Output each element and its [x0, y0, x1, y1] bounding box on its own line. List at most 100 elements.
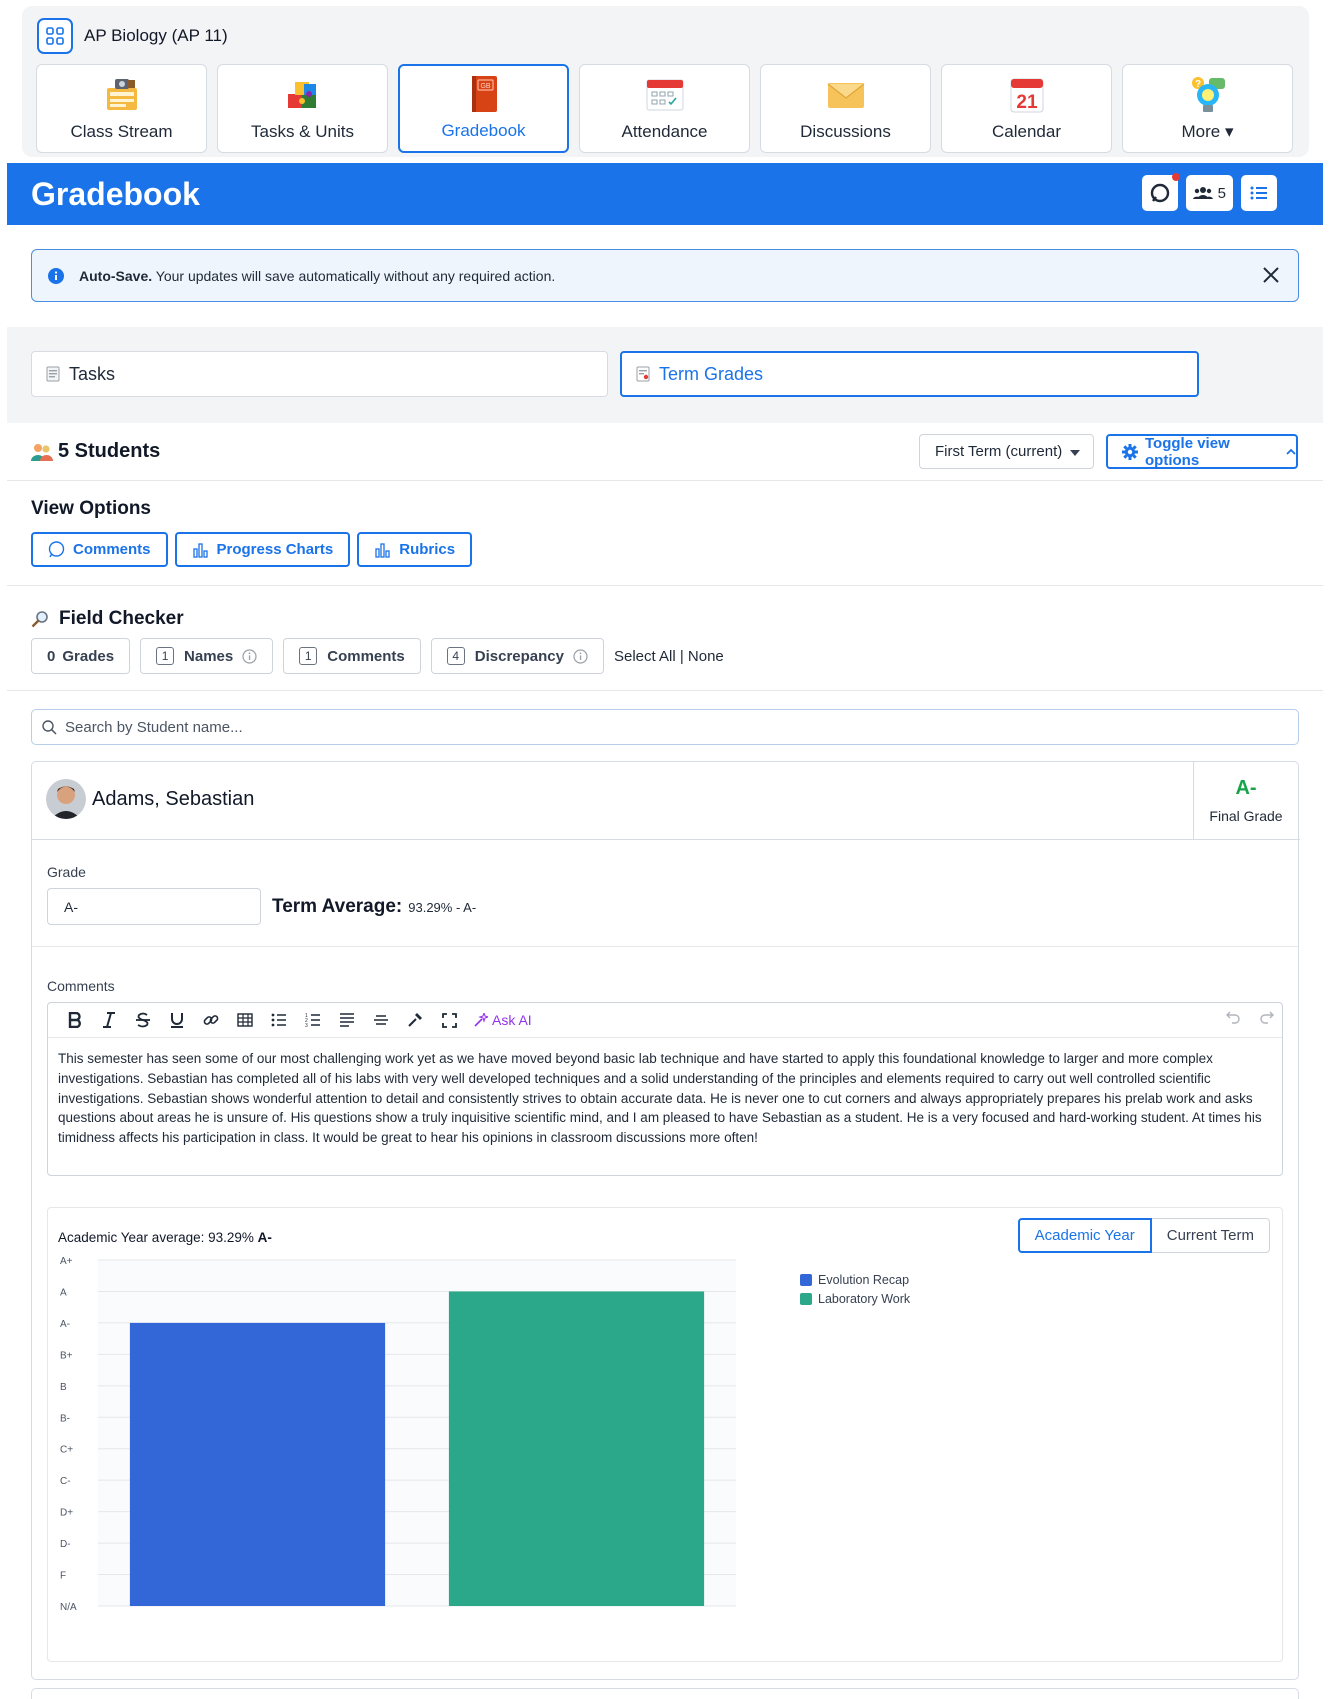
- svg-text:3: 3: [305, 1023, 308, 1027]
- students-count-title: 5 Students: [58, 440, 161, 462]
- editor-toolbar: 123 Ask AI: [48, 1003, 1282, 1038]
- tab-attendance[interactable]: Attendance: [579, 64, 750, 153]
- gradebook-icon: GB: [463, 73, 505, 115]
- format-brush-icon[interactable]: [398, 1006, 432, 1034]
- chat-button[interactable]: [1141, 173, 1180, 211]
- lightbulb-icon: ?: [1187, 74, 1229, 116]
- legend-item[interactable]: Laboratory Work: [800, 1289, 910, 1308]
- search-icon: [42, 719, 57, 735]
- gradebook-header: Gradebook 5: [7, 163, 1323, 225]
- table-icon[interactable]: [228, 1006, 262, 1034]
- term-select[interactable]: First Term (current): [919, 434, 1094, 469]
- tasks-segment[interactable]: Tasks: [31, 351, 608, 397]
- select-all-none-link[interactable]: Select All | None: [614, 648, 724, 665]
- underline-icon[interactable]: [160, 1006, 194, 1034]
- list-view-button[interactable]: [1241, 175, 1277, 211]
- calendar-icon: 21: [1006, 74, 1048, 116]
- y-tick-label: C-: [60, 1476, 71, 1487]
- field-checker-section: Field Checker 0 Grades 1 Names 1 Comment…: [7, 586, 1323, 691]
- info-circle-icon[interactable]: [573, 648, 588, 664]
- next-student-card: [31, 1688, 1299, 1699]
- document-icon: [46, 366, 60, 382]
- comments-label: Comments: [47, 978, 115, 994]
- tab-more[interactable]: ? More ▾: [1122, 64, 1293, 153]
- report-card-icon: [636, 366, 650, 382]
- tab-class-stream[interactable]: Class Stream: [36, 64, 207, 153]
- bar-chart-icon: [192, 542, 217, 558]
- grade-input[interactable]: [47, 888, 261, 925]
- student-search: [31, 709, 1299, 745]
- align-icon[interactable]: [330, 1006, 364, 1034]
- bold-icon[interactable]: [58, 1006, 92, 1034]
- legend-item[interactable]: Evolution Recap: [800, 1270, 910, 1289]
- grid-icon[interactable]: [37, 18, 73, 54]
- comment-editor: 123 Ask AI This semester has seen some o…: [47, 1002, 1283, 1176]
- people-count: 5: [1217, 184, 1226, 202]
- final-grade-value: A-: [1235, 777, 1257, 799]
- current-term-button[interactable]: Current Term: [1151, 1218, 1270, 1253]
- italic-icon[interactable]: [92, 1006, 126, 1034]
- view-options-section: View Options Comments Progress Charts Ru…: [7, 482, 1323, 586]
- students-toolbar: 5 Students First Term (current) Toggle v…: [7, 423, 1323, 481]
- bar-evolution-recap[interactable]: [129, 1322, 386, 1606]
- bullet-list-icon[interactable]: [262, 1006, 296, 1034]
- comments-toggle-button[interactable]: Comments: [31, 532, 168, 567]
- calendar-day: 21: [1016, 92, 1038, 113]
- tab-tasks-units[interactable]: Tasks & Units: [217, 64, 388, 153]
- bar-laboratory-work[interactable]: [448, 1291, 705, 1606]
- comments-check-button[interactable]: 1 Comments: [283, 638, 421, 674]
- progress-charts-toggle-button[interactable]: Progress Charts: [174, 532, 351, 567]
- gradebook-body: Auto-Save. Your updates will save automa…: [7, 225, 1323, 862]
- undo-icon[interactable]: [1226, 1011, 1241, 1024]
- rubrics-toggle-button[interactable]: Rubrics: [357, 532, 473, 567]
- comment-bubble-icon: [48, 541, 73, 558]
- student-name[interactable]: Adams, Sebastian: [92, 788, 254, 811]
- chart-legend: Evolution Recap Laboratory Work: [800, 1270, 910, 1308]
- grade-label: Grade: [47, 864, 86, 880]
- student-card: Adams, Sebastian A- Final Grade: [31, 761, 1300, 862]
- student-details: Grade Term Average: 93.29% - A- Comments…: [31, 862, 1299, 1680]
- tab-calendar[interactable]: 21 Calendar: [941, 64, 1112, 153]
- autosave-alert: Auto-Save. Your updates will save automa…: [31, 249, 1299, 302]
- sparkle-icon: [474, 1013, 492, 1027]
- svg-text:GB: GB: [480, 83, 490, 90]
- y-tick-label: A: [60, 1287, 67, 1298]
- page-title: Gradebook: [31, 176, 200, 212]
- fullscreen-icon[interactable]: [432, 1006, 466, 1034]
- close-icon[interactable]: [1260, 264, 1282, 286]
- info-circle-icon[interactable]: [242, 648, 257, 664]
- legend-swatch-0: [800, 1273, 812, 1286]
- y-tick-label: A+: [60, 1256, 73, 1267]
- course-header: AP Biology (AP 11): [37, 18, 228, 54]
- people-icon: [1192, 186, 1213, 200]
- gear-icon: [1122, 443, 1138, 460]
- tab-discussions[interactable]: Discussions: [760, 64, 931, 153]
- comment-text[interactable]: This semester has seen some of our most …: [58, 1049, 1274, 1148]
- discrepancy-check-button[interactable]: 4 Discrepancy: [430, 638, 604, 674]
- attendance-icon: [644, 74, 686, 116]
- names-check-button[interactable]: 1 Names: [140, 638, 274, 674]
- ask-ai-button[interactable]: Ask AI: [474, 1012, 532, 1028]
- link-icon[interactable]: [194, 1006, 228, 1034]
- nav-tabs: Class Stream Tasks & Units GB Gradebook …: [36, 64, 1293, 153]
- search-input[interactable]: [65, 718, 1265, 736]
- people-button[interactable]: 5: [1185, 175, 1233, 211]
- numbered-list-icon[interactable]: 123: [296, 1006, 330, 1034]
- strikethrough-icon[interactable]: [126, 1006, 160, 1034]
- y-tick-label: F: [60, 1571, 66, 1582]
- view-options-title: View Options: [31, 498, 152, 519]
- grades-check-button[interactable]: 0 Grades: [31, 638, 131, 674]
- y-tick-label: D-: [60, 1539, 71, 1550]
- chevron-up-icon: [1286, 448, 1296, 456]
- academic-year-button[interactable]: Academic Year: [1017, 1218, 1152, 1253]
- y-tick-label: B+: [60, 1350, 73, 1361]
- term-grades-segment[interactable]: Term Grades: [620, 351, 1199, 397]
- horizontal-rule-icon[interactable]: [364, 1006, 398, 1034]
- view-segments: Tasks Term Grades: [7, 327, 1323, 423]
- tab-gradebook[interactable]: GB Gradebook: [398, 64, 569, 153]
- final-grade-label: Final Grade: [1209, 808, 1283, 824]
- toggle-view-options-button[interactable]: Toggle view options: [1106, 434, 1298, 469]
- y-tick-label: A-: [60, 1319, 70, 1330]
- notification-dot: [1171, 173, 1180, 181]
- redo-icon[interactable]: [1259, 1011, 1274, 1024]
